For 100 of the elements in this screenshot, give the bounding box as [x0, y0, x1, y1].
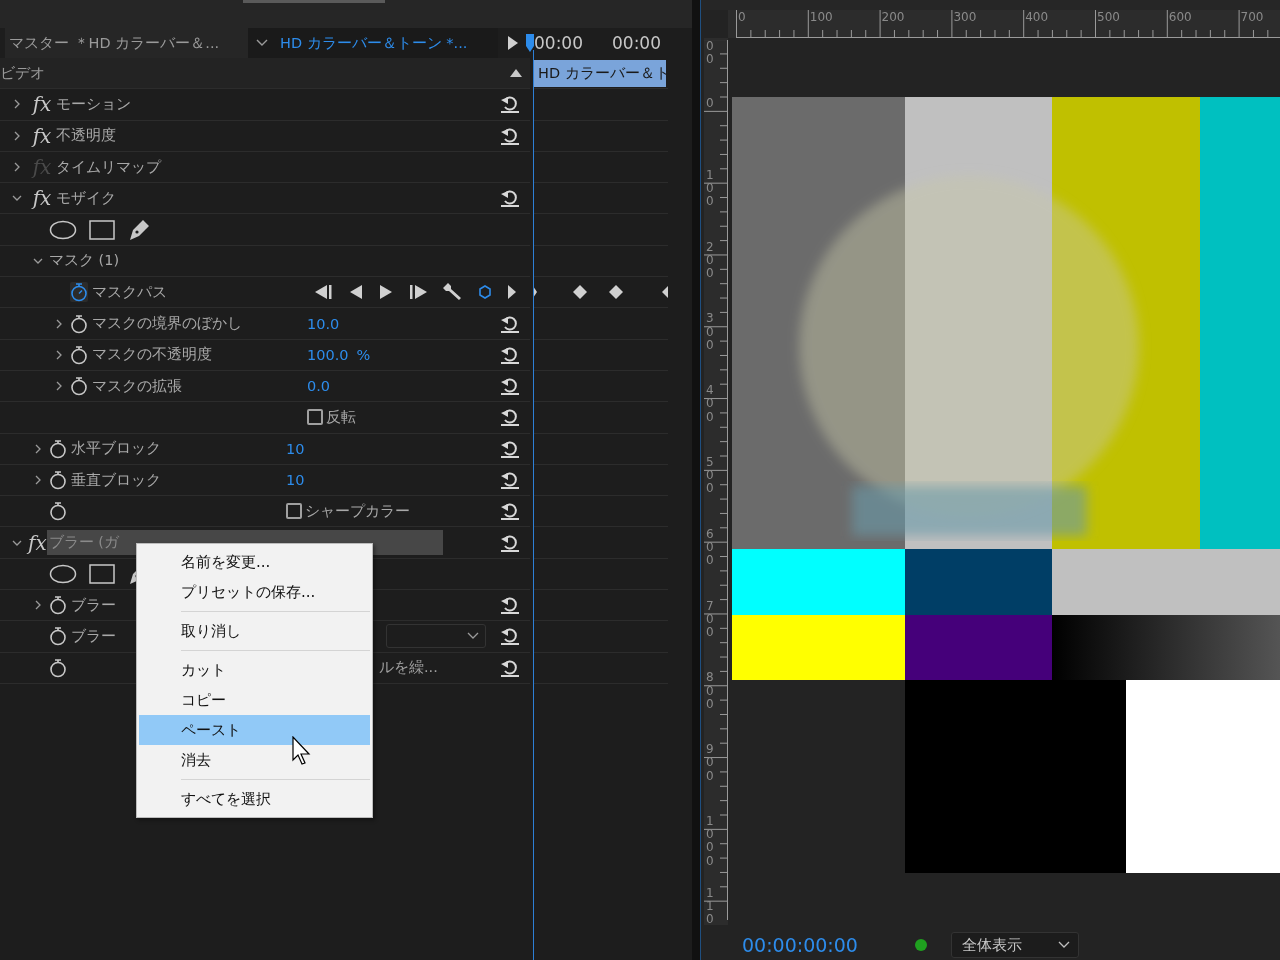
rectangle-mask-icon[interactable]	[89, 563, 115, 584]
section-label: ビデオ	[0, 63, 45, 83]
menu-item[interactable]: プリセットの保存...	[139, 577, 370, 607]
fx-badge[interactable]: fx	[28, 123, 56, 148]
collapse-icon[interactable]	[510, 69, 522, 78]
step-forward-icon[interactable]	[409, 285, 427, 300]
chevron-right-icon[interactable]	[12, 162, 22, 173]
fx-badge[interactable]: fx	[28, 92, 56, 117]
property-value[interactable]: 10.0	[307, 315, 340, 332]
reset-icon[interactable]	[500, 438, 520, 459]
property-value[interactable]: 0.0	[307, 378, 331, 395]
reset-icon[interactable]	[500, 595, 520, 616]
effect-name: タイムリマップ	[56, 157, 161, 177]
reset-icon[interactable]	[500, 532, 520, 553]
reset-icon[interactable]	[500, 470, 520, 490]
menu-item[interactable]: コピー	[139, 685, 370, 715]
stopwatch-icon[interactable]	[70, 282, 88, 303]
menu-item[interactable]: すべてを選択	[139, 784, 370, 814]
reset-icon[interactable]	[500, 501, 520, 522]
ruler-number: 900	[706, 743, 714, 783]
ruler-number: 500	[1097, 10, 1120, 24]
checkbox[interactable]	[286, 503, 302, 520]
chevron-right-icon[interactable]	[54, 381, 64, 392]
playhead-icon[interactable]	[526, 34, 534, 52]
menu-item[interactable]: カット	[139, 655, 370, 685]
reset-icon[interactable]	[500, 376, 520, 397]
stopwatch-icon[interactable]	[49, 438, 67, 459]
track-backward-icon[interactable]	[315, 285, 333, 300]
property-name: 水平ブロック	[71, 439, 161, 459]
rectangle-mask-icon[interactable]	[89, 219, 115, 240]
property-value[interactable]: 10	[286, 440, 305, 457]
chevron-right-icon[interactable]	[33, 600, 43, 611]
effect-name: モザイク	[56, 188, 116, 208]
fx-badge[interactable]: fx	[28, 186, 56, 211]
menu-item[interactable]: 取り消し	[139, 616, 370, 646]
ellipse-mask-icon[interactable]	[49, 219, 77, 240]
stopwatch-icon[interactable]	[49, 501, 67, 522]
stopwatch-icon[interactable]	[49, 626, 67, 647]
play-icon[interactable]	[508, 36, 518, 50]
timeline-clip[interactable]: HD カラーバー＆ト	[533, 59, 666, 87]
wrench-icon[interactable]	[443, 283, 463, 302]
chevron-right-icon[interactable]	[54, 349, 64, 360]
zoom-dropdown[interactable]: 全体表示	[950, 932, 1079, 958]
next-keyframe-icon[interactable]	[507, 285, 517, 300]
stopwatch-icon[interactable]	[49, 657, 67, 678]
timecode[interactable]: 00:00:00:00	[742, 934, 858, 956]
reset-icon[interactable]	[500, 94, 520, 115]
checkbox[interactable]	[307, 409, 323, 426]
status-dot-icon	[914, 939, 927, 951]
ruler-number: 200	[706, 240, 714, 281]
menu-item[interactable]: 消去	[139, 745, 370, 775]
chevron-right-icon[interactable]	[33, 475, 43, 485]
menu-item[interactable]: 名前を変更...	[139, 547, 370, 577]
property-name: マスクの拡張	[92, 376, 182, 396]
checkbox-label: シャープカラー	[305, 501, 410, 521]
play-icon[interactable]	[379, 285, 393, 300]
reset-icon[interactable]	[500, 626, 520, 647]
reset-icon[interactable]	[500, 313, 520, 334]
cursor-icon	[292, 736, 312, 766]
timeline-timecode: 00:00	[534, 33, 583, 53]
mask-name[interactable]: マスク (1)	[49, 251, 120, 271]
property-name: マスクパス	[92, 282, 167, 302]
fx-badge[interactable]: fx	[28, 530, 47, 555]
ruler-number: 700	[706, 599, 714, 640]
ruler-number: 300	[953, 10, 977, 24]
keyframe-markers-drawing[interactable]	[533, 284, 668, 301]
ruler-number: 110	[706, 886, 714, 925]
ruler-number: 600	[706, 527, 714, 568]
reset-icon[interactable]	[500, 125, 520, 146]
property-value[interactable]: 10	[286, 472, 305, 488]
ruler-number: 100	[706, 168, 714, 209]
reset-icon[interactable]	[500, 407, 520, 428]
step-backward-icon[interactable]	[349, 285, 363, 300]
checkbox-label: 反転	[326, 407, 356, 427]
reset-icon[interactable]	[500, 657, 520, 678]
chevron-right-icon[interactable]	[12, 130, 22, 141]
menu-item[interactable]: ペースト	[139, 715, 370, 745]
ruler-number: 600	[1168, 10, 1192, 24]
chevron-right-icon[interactable]	[54, 318, 64, 329]
ellipse-mask-icon[interactable]	[49, 563, 77, 584]
keyframe-icon[interactable]	[479, 285, 491, 300]
property-name: ブラー	[71, 595, 116, 615]
stopwatch-icon[interactable]	[49, 470, 67, 490]
ruler-number: 100	[809, 10, 833, 24]
chevron-right-icon[interactable]	[12, 99, 22, 110]
chevron-right-icon[interactable]	[33, 443, 43, 454]
ruler-number: 400	[1025, 10, 1049, 24]
stopwatch-icon[interactable]	[70, 313, 88, 334]
stopwatch-icon[interactable]	[49, 595, 67, 616]
chevron-down-icon	[256, 39, 268, 47]
pen-icon[interactable]	[127, 217, 151, 242]
chevron-down-icon	[1057, 941, 1070, 949]
stopwatch-icon[interactable]	[70, 376, 88, 397]
property-value[interactable]: 100.0	[307, 346, 349, 363]
ruler-number: 400	[706, 384, 714, 424]
unit-label: %	[356, 346, 371, 363]
reset-icon[interactable]	[500, 188, 520, 209]
stopwatch-icon[interactable]	[70, 344, 88, 365]
master-tab[interactable]: マスター ＊HD カラーバー＆...	[5, 28, 248, 58]
reset-icon[interactable]	[500, 344, 520, 365]
